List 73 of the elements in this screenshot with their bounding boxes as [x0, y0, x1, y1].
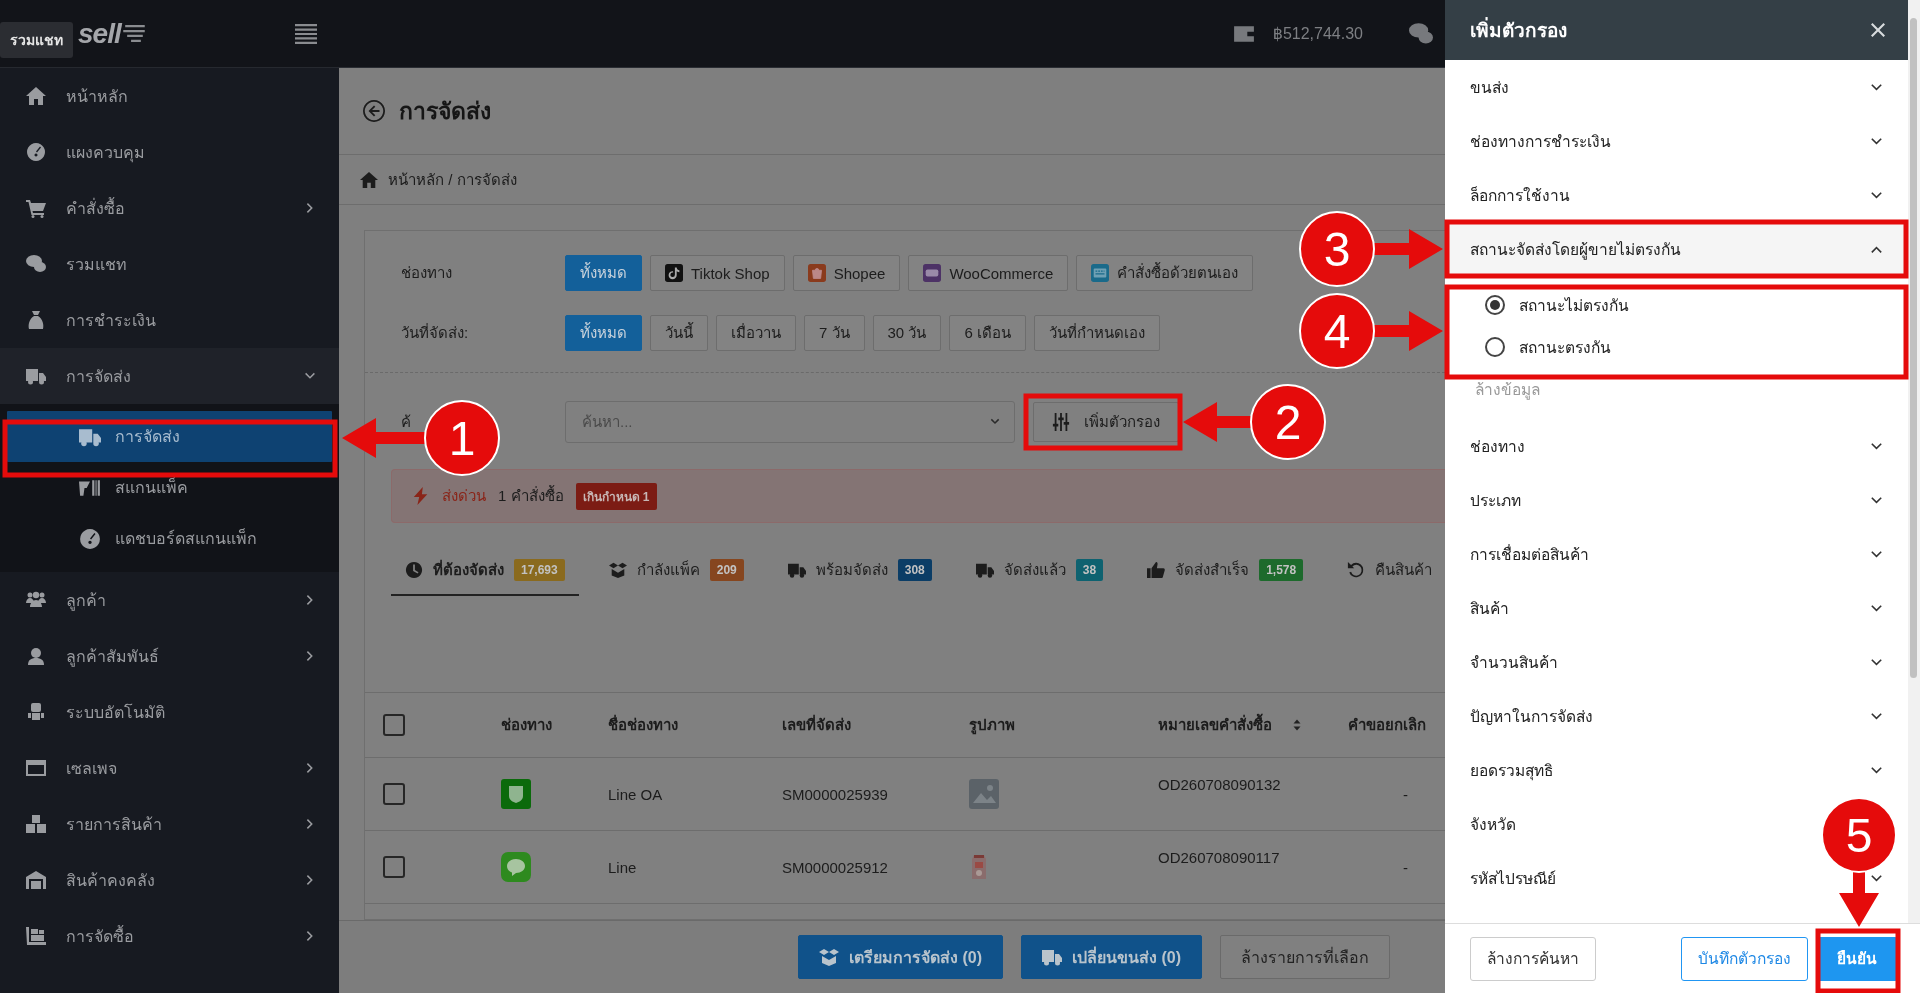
filter-option[interactable]: คำสั่งซื้อด้วยตนเอง: [1076, 255, 1254, 291]
sidebar-item[interactable]: คำสั่งซื้อ: [0, 180, 339, 236]
sidebar-item[interactable]: การจัดส่ง: [0, 348, 339, 404]
sidebar-item[interactable]: รายการสินค้า: [0, 796, 339, 852]
sidebar-item[interactable]: ลูกค้า: [0, 572, 339, 628]
filter-label: วันที่จัดส่ง:: [401, 322, 470, 343]
filter-option[interactable]: ทั้งหมด: [565, 315, 642, 351]
table-cell: SM0000025939: [782, 785, 888, 803]
filter-option[interactable]: วันนี้: [650, 315, 708, 351]
radio-label[interactable]: สถานะตรงกัน: [1519, 334, 1611, 360]
table-cell: OD260708090117: [1158, 849, 1280, 866]
filter-option[interactable]: เมื่อวาน: [716, 315, 796, 351]
count-badge: 1,578: [1259, 559, 1304, 581]
filter-option[interactable]: 30 วัน: [872, 315, 942, 351]
table-cell: SM0000025912: [782, 858, 888, 876]
balance: ฿512,744.30: [1272, 24, 1363, 43]
sidebar-subitem[interactable]: การจัดส่ง: [7, 411, 332, 462]
page-title: การจัดส่ง: [399, 97, 491, 126]
column-header: รูปภาพ: [969, 715, 1015, 737]
sidebar-item[interactable]: ลูกค้าสัมพันธ์: [0, 628, 339, 684]
sidebar-item[interactable]: การจัดซื้อ: [0, 908, 339, 964]
sidebar-item[interactable]: สินค้าคงคลัง: [0, 852, 339, 908]
status-tab[interactable]: จัดส่งแล้ว 38: [961, 546, 1118, 596]
count-badge: 17,693: [514, 559, 565, 581]
sidebar-item[interactable]: รวมแชท: [0, 236, 339, 292]
table-cell: Line OA: [608, 785, 663, 803]
footer-button[interactable]: ล้างการค้นหา: [1470, 936, 1596, 981]
sidebar-subitem[interactable]: สแกนแพ็ค: [7, 462, 332, 513]
sidebar-subitem[interactable]: แดชบอร์ดสแกนแพ็ก: [7, 513, 332, 564]
table-cell: OD260708090132: [1158, 776, 1281, 793]
sidebar-item[interactable]: เซลเพจ: [0, 740, 339, 796]
status-tab[interactable]: ที่ต้องจัดส่ง 17,693: [391, 546, 579, 596]
sidebar-item[interactable]: หน้าหลัก: [0, 68, 339, 124]
sidebar-item[interactable]: ระบบอัตโนมัติ: [0, 684, 339, 740]
radio-label[interactable]: สถานะไม่ตรงกัน: [1519, 292, 1629, 318]
filter-option[interactable]: 7 วัน: [804, 315, 865, 351]
tooltip: รวมแชท: [0, 22, 73, 58]
drawer-title: เพิ่มตัวกรอง: [1470, 15, 1567, 45]
action-button[interactable]: เตรียมการจัดส่ง (0): [798, 935, 1003, 979]
filter-option[interactable]: ทั้งหมด: [565, 255, 642, 291]
footer-button[interactable]: บันทึกตัวกรอง: [1681, 936, 1808, 981]
sidebar-item[interactable]: แผงควบคุม: [0, 124, 339, 180]
action-button[interactable]: เปลี่ยนขนส่ง (0): [1021, 935, 1202, 979]
action-button[interactable]: ล้างรายการที่เลือก: [1220, 935, 1390, 979]
sidebar-item[interactable]: การชำระเงิน: [0, 292, 339, 348]
status-tab[interactable]: กำลังแพ็ค 209: [594, 546, 758, 596]
column-header: ช่องทาง: [501, 715, 552, 735]
count-badge: 38: [1075, 559, 1104, 581]
table-cell: -: [1403, 785, 1408, 803]
filter-option[interactable]: WooCommerce: [908, 255, 1069, 291]
table-cell: -: [1403, 858, 1408, 876]
logo: sell: [78, 17, 121, 50]
column-header: หมายเลขคำสั่งซื้อ: [1158, 713, 1272, 737]
column-header: เลขที่จัดส่ง: [782, 713, 851, 735]
filter-option[interactable]: 6 เดือน: [949, 315, 1026, 351]
table-cell: Line: [608, 858, 637, 876]
status-tab[interactable]: จัดส่งสำเร็จ 1,578: [1133, 546, 1318, 596]
add-filter-button[interactable]: เพิ่มตัวกรอง: [1033, 402, 1179, 442]
count-badge: 308: [897, 559, 932, 581]
overdue-badge: เกินกำหนด 1: [575, 482, 657, 510]
filter-option[interactable]: วันที่กำหนดเอง: [1033, 315, 1160, 351]
filter-label: ช่องทาง: [401, 263, 453, 283]
status-tab[interactable]: พร้อมจัดส่ง 308: [773, 546, 946, 596]
count-badge: 209: [709, 559, 744, 581]
alert-text: 1 คำสั่งซื้อ: [498, 484, 564, 506]
column-header: คำขอยกเลิก: [1348, 715, 1426, 735]
filter-option[interactable]: Shopee: [792, 255, 901, 291]
filter-option[interactable]: Tiktok Shop: [650, 255, 785, 291]
status-tab[interactable]: คืนสินค้า: [1333, 546, 1445, 596]
breadcrumb[interactable]: หน้าหลัก / การจัดส่ง: [388, 167, 517, 192]
alert-title: ส่งด่วน: [442, 486, 486, 506]
search-label: ค้: [401, 412, 412, 432]
column-header: ชื่อช่องทาง: [608, 713, 678, 735]
